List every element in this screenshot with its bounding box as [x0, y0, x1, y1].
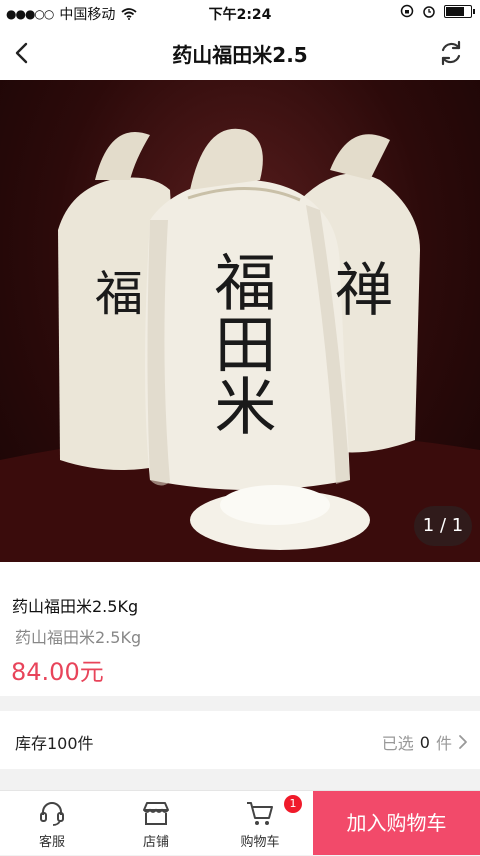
add-to-cart-button[interactable]: 加入购物车 — [313, 791, 480, 855]
product-price: 84.00元 — [11, 658, 104, 686]
selected-count: 已选 0 件 — [382, 730, 468, 754]
headset-icon — [40, 802, 64, 826]
customer-service-button[interactable]: 客服 — [0, 791, 104, 855]
bag-text-right: 禅 — [335, 256, 393, 324]
nav-bar: 药山福田米2.5 — [0, 26, 480, 80]
cart-icon — [247, 802, 273, 825]
stock-row[interactable]: 库存100件 已选 0 件 — [0, 711, 480, 769]
customer-service-label: 客服 — [38, 835, 65, 850]
status-right — [400, 4, 475, 18]
cart-label: 购物车 — [240, 835, 280, 850]
store-button[interactable]: 店铺 — [104, 791, 208, 855]
status-bar: ●●●○○ 中国移动 下午2:24 — [0, 0, 480, 26]
product-name: 药山福田米2.5Kg — [12, 597, 139, 616]
alarm-icon — [423, 6, 435, 18]
cart-button[interactable]: 1 购物车 — [208, 791, 312, 855]
product-subtitle: 药山福田米2.5Kg — [15, 628, 142, 647]
bottom-action-bar: 客服 店铺 1 购物车 加入购物车 — [0, 790, 480, 855]
cart-badge: 1 — [284, 795, 302, 813]
product-image[interactable]: 福 禅 福田米 1 / 1 — [0, 80, 480, 562]
page-title: 药山福田米2.5 — [172, 43, 308, 67]
store-icon — [143, 802, 169, 825]
chevron-right-icon — [459, 735, 467, 749]
stock-label: 库存100件 — [15, 734, 94, 753]
bag-text-left: 福 — [95, 266, 143, 322]
bag-text-center: 福田米 — [204, 250, 277, 436]
product-info: 药山福田米2.5Kg 药山福田米2.5Kg 84.00元 — [0, 562, 480, 696]
selected-suffix: 件 — [435, 734, 452, 753]
rice-bags-illustration: 福 禅 福田米 — [0, 128, 480, 562]
battery-icon — [444, 4, 475, 18]
orientation-lock-icon — [400, 4, 414, 18]
selected-number: 0 — [419, 732, 430, 752]
refresh-icon[interactable] — [434, 36, 468, 70]
selected-prefix: 已选 — [381, 734, 414, 753]
image-counter: 1 / 1 — [414, 506, 472, 546]
store-label: 店铺 — [142, 835, 169, 850]
